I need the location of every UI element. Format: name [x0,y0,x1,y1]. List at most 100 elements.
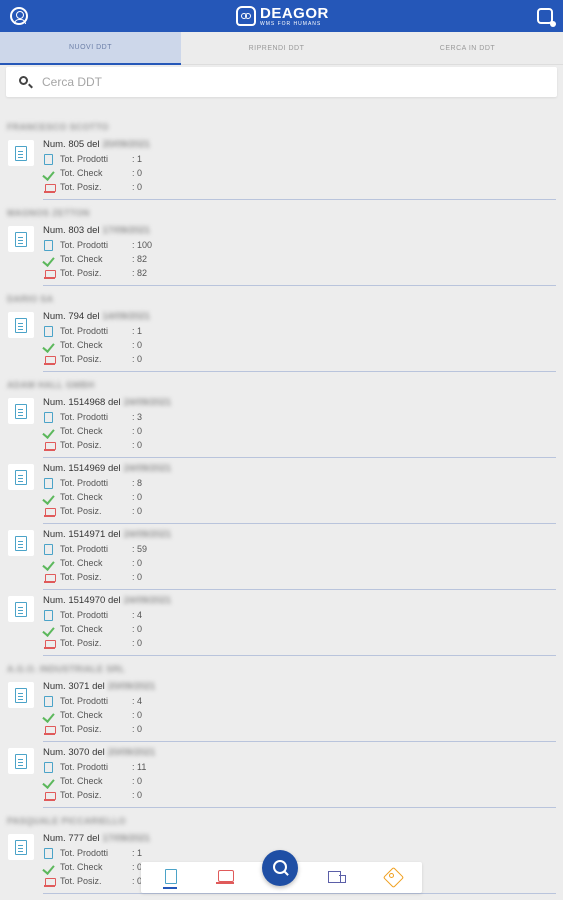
products-icon [44,847,53,859]
products-icon [44,411,53,423]
supplier-header: FRANCESCO SCOTTO [0,117,563,137]
position-icon [44,182,56,193]
tot-check-row: Tot. Check : 0 [44,490,142,504]
tot-posiz-row: Tot. Posiz. : 0 [44,570,142,584]
tot-prodotti-value: : 4 [132,610,143,620]
tot-check-label: Tot. Check [60,426,103,436]
tot-prodotti-row: Tot. Prodotti : 3 [44,410,142,424]
ddt-list-item[interactable]: Num. 805 del 20/09/2021 Tot. Prodotti : 1… [0,137,563,203]
tab-nuovi-ddt[interactable]: NUOVI DDT [0,32,181,65]
supplier-header: DARIO SA [0,289,563,309]
tot-prodotti-row: Tot. Prodotti : 4 [44,694,142,708]
tot-posiz-value: : 0 [132,724,143,734]
position-icon [44,354,56,365]
tab-cerca-in-ddt[interactable]: CERCA IN DDT [372,32,563,65]
tot-posiz-row: Tot. Posiz. : 0 [44,874,142,888]
ddt-number-text: Num. 3071 del [43,681,105,692]
document-icon[interactable] [160,867,182,889]
truck-icon[interactable] [326,867,348,889]
tab-riprendi-ddt[interactable]: RIPRENDI DDT [181,32,372,65]
ddt-list: FRANCESCO SCOTTO Num. 805 del 20/09/2021 … [0,117,563,897]
tot-posiz-value: : 0 [132,506,143,516]
tot-posiz-row: Tot. Posiz. : 0 [44,352,142,366]
tot-check-row: Tot. Check : 0 [44,424,142,438]
tot-check-row: Tot. Check : 0 [44,708,142,722]
tot-posiz-label: Tot. Posiz. [60,638,102,648]
tot-check-row: Tot. Check : 0 [44,556,142,570]
tag-icon[interactable] [382,867,404,889]
ddt-list-item[interactable]: Num. 3071 del 20/09/2021 Tot. Prodotti : … [0,679,563,745]
ddt-list-item[interactable]: Num. 803 del 17/09/2021 Tot. Prodotti : 1… [0,223,563,289]
ddt-number: Num. 1514971 del 24/09/2021 [43,529,171,540]
tot-check-label: Tot. Check [60,624,103,634]
tot-posiz-value: : 82 [132,268,148,278]
tot-posiz-label: Tot. Posiz. [60,724,102,734]
user-account-icon[interactable] [10,7,28,25]
tot-prodotti-value: : 1 [132,848,143,858]
ddt-date: 24/09/2021 [123,595,172,606]
tot-posiz-row: Tot. Posiz. : 0 [44,722,142,736]
search-icon [19,76,28,85]
products-icon [44,761,53,773]
app-bar: DEAGOR WMS FOR HUMANS [0,0,563,32]
tot-posiz-value: : 0 [132,182,143,192]
ddt-list-item[interactable]: Num. 1514969 del 24/09/2021 Tot. Prodotti… [0,461,563,527]
ddt-document-icon [8,464,34,490]
supplier-group: DARIO SA Num. 794 del 14/09/2021 Tot. Pro… [0,289,563,375]
tot-prodotti-label: Tot. Prodotti [60,696,109,706]
products-icon [44,325,53,337]
checkmark-icon [44,492,56,503]
supplier-header: PASQUALE PICCARIELLO [0,811,563,831]
tot-posiz-label: Tot. Posiz. [60,876,102,886]
tot-prodotti-row: Tot. Prodotti : 8 [44,476,142,490]
tot-posiz-row: Tot. Posiz. : 0 [44,438,142,452]
supplier-name: DARIO SA [7,294,54,304]
products-icon [44,239,53,251]
ddt-number: Num. 3071 del 20/09/2021 [43,681,155,692]
tot-posiz-label: Tot. Posiz. [60,440,102,450]
brand-name: DEAGOR [260,4,329,22]
ddt-date: 20/09/2021 [102,139,151,150]
ddt-list-item[interactable]: Num. 1514968 del 24/09/2021 Tot. Prodotti… [0,395,563,461]
bottom-nav [141,850,422,893]
sync-device-icon[interactable] [537,8,556,27]
search-fab-button[interactable] [262,850,298,886]
products-icon [44,543,53,555]
ddt-list-item[interactable]: Num. 1514970 del 24/09/2021 Tot. Prodotti… [0,593,563,659]
tot-posiz-label: Tot. Posiz. [60,506,102,516]
tot-check-value: : 0 [132,558,143,568]
supplier-header: MAGNOS ZETTON [0,203,563,223]
tab-bar: NUOVI DDT RIPRENDI DDT CERCA IN DDT [0,32,563,65]
ddt-date: 24/09/2021 [123,529,172,540]
search-input[interactable] [42,72,542,92]
tot-prodotti-value: : 3 [132,412,143,422]
pallet-position-icon[interactable] [215,867,237,889]
supplier-name: PASQUALE PICCARIELLO [7,816,126,826]
ddt-list-item[interactable]: Num. 3070 del 20/09/2021 Tot. Prodotti : … [0,745,563,811]
tot-prodotti-value: : 11 [132,762,147,772]
ddt-number-text: Num. 1514968 del [43,397,121,408]
tot-prodotti-label: Tot. Prodotti [60,610,109,620]
tot-posiz-label: Tot. Posiz. [60,268,102,278]
tot-check-value: : 0 [132,776,143,786]
ddt-document-icon [8,530,34,556]
tot-prodotti-label: Tot. Prodotti [60,848,109,858]
tot-prodotti-value: : 4 [132,696,143,706]
ddt-document-icon [8,140,34,166]
brand-logo: DEAGOR WMS FOR HUMANS [236,4,329,28]
tot-check-label: Tot. Check [60,776,103,786]
ddt-list-item[interactable]: Num. 794 del 14/09/2021 Tot. Prodotti : 1… [0,309,563,375]
tot-check-value: : 0 [132,624,143,634]
tot-posiz-value: : 0 [132,572,143,582]
ddt-document-icon [8,682,34,708]
position-icon [44,638,56,649]
checkmark-icon [44,254,56,265]
products-icon [44,477,53,489]
tot-prodotti-label: Tot. Prodotti [60,412,109,422]
position-icon [44,790,56,801]
ddt-date: 17/09/2021 [102,833,151,844]
ddt-list-item[interactable]: Num. 1514971 del 24/09/2021 Tot. Prodotti… [0,527,563,593]
position-icon [44,268,56,279]
products-icon [44,609,53,621]
tot-posiz-label: Tot. Posiz. [60,572,102,582]
